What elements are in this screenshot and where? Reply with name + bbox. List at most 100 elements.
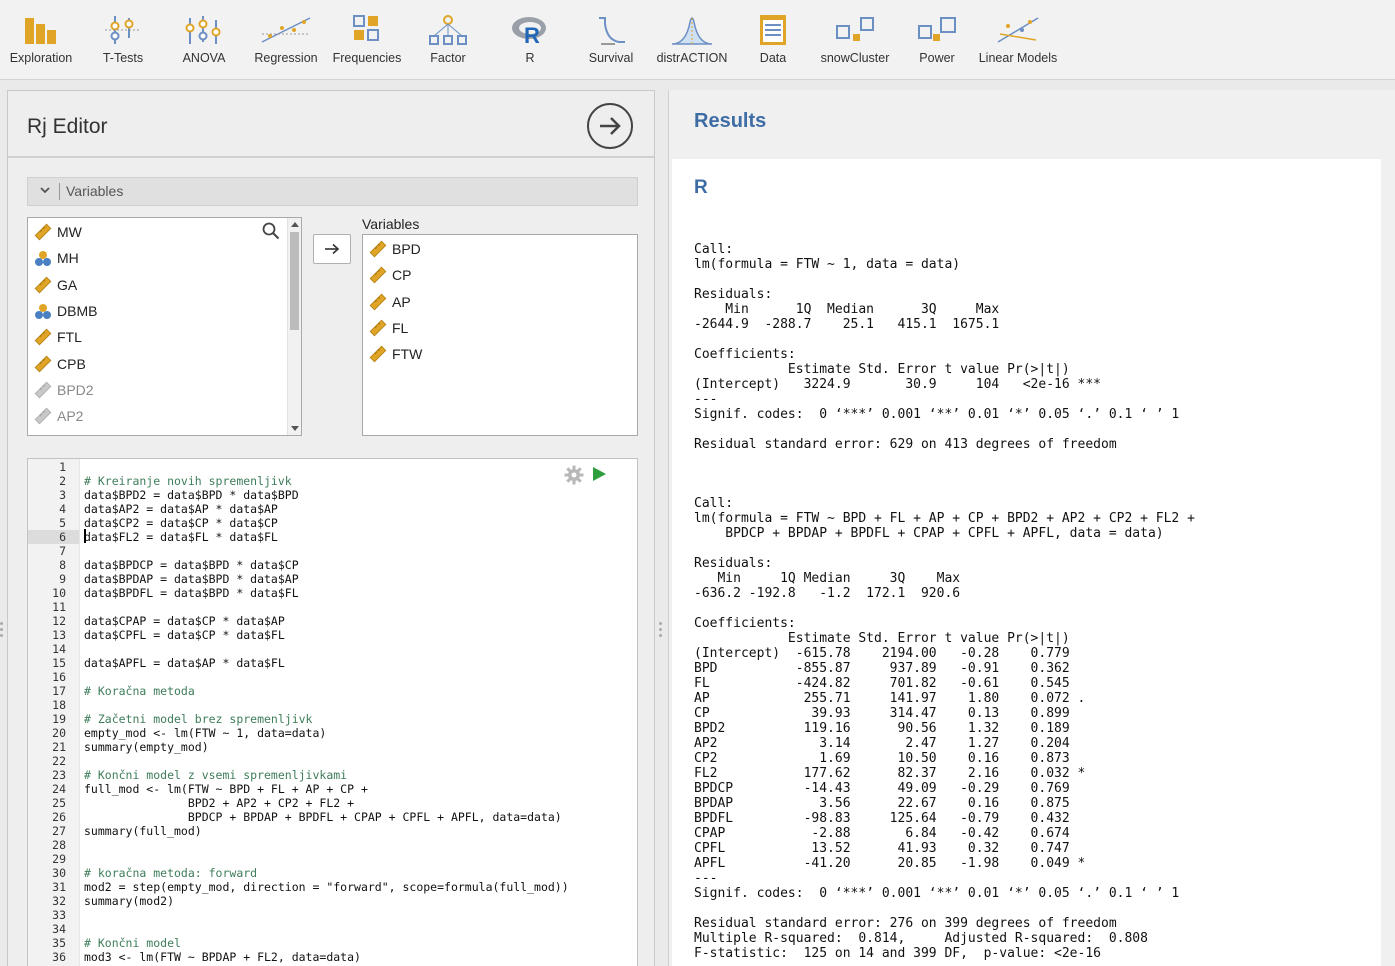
toolbar-frequencies[interactable]: Frequencies (329, 0, 405, 80)
scroll-down-arrow[interactable] (291, 426, 299, 431)
continuous-variable-icon (369, 240, 387, 258)
selected-variables-list[interactable]: BPD CP AP FL FTW (362, 234, 638, 436)
line-number: 25 (52, 796, 66, 810)
line-number-gutter: 1 2 3 4 5 6 7 8 9 10 11 12 13 14 15 16 17 18 19 20 21 22 23 24 2… (28, 459, 80, 966)
code-line[interactable]: data$CP2 = data$CP * data$CP (84, 516, 278, 530)
selected-variable-item[interactable]: AP (369, 291, 411, 313)
code-line[interactable]: empty_mod <- lm(FTW ~ 1, data=data) (84, 726, 326, 740)
run-code-icon[interactable] (593, 467, 606, 481)
code-line[interactable]: data$APFL = data$AP * data$FL (84, 656, 285, 670)
toolbar-label: Linear Models (978, 51, 1058, 65)
scroll-thumb[interactable] (290, 232, 299, 330)
code-line[interactable]: mod3 <- lm(FTW ~ BPDAP + FL2, data=data) (84, 950, 361, 964)
code-line[interactable]: data$BPDFL = data$BPD * data$FL (84, 586, 299, 600)
list-scrollbar[interactable] (287, 218, 301, 435)
variable-item[interactable]: MH (34, 247, 79, 269)
code-line[interactable]: # Končni model (84, 936, 181, 950)
run-arrow-button[interactable] (587, 103, 633, 149)
variable-name: DBMB (57, 302, 98, 319)
selected-variable-item[interactable]: FL (369, 317, 408, 339)
nominal-variable-icon (35, 251, 51, 267)
code-line[interactable]: # Koračna metoda (84, 684, 195, 698)
continuous-variable-icon (369, 266, 387, 284)
variable-item[interactable]: FTL (34, 326, 82, 348)
snowcluster-icon (836, 17, 874, 41)
line-number: 7 (59, 544, 66, 558)
code-line[interactable]: data$CPFL = data$CP * data$FL (84, 628, 285, 642)
variable-name: FTL (57, 329, 82, 346)
code-line[interactable]: data$BPDCP = data$BPD * data$CP (84, 558, 299, 572)
variable-name: CP (392, 267, 412, 284)
code-line[interactable]: data$FL2 = data$FL * data$FL (84, 530, 278, 544)
code-line[interactable]: # Začetni model brez spremenljivk (84, 712, 312, 726)
r-output-heading: R (694, 177, 708, 198)
code-line[interactable]: BPD2 + AP2 + CP2 + FL2 + (84, 796, 354, 810)
variables-collapse-header[interactable]: Variables (27, 177, 638, 206)
scroll-up-arrow[interactable] (291, 222, 299, 227)
variable-item[interactable]: DBMB (34, 300, 97, 322)
selected-variable-item[interactable]: CP (369, 264, 411, 286)
variable-name: CPB (57, 355, 86, 372)
toolbar-distraction[interactable]: distrACTION (654, 0, 730, 80)
toolbar-ttests[interactable]: T-Tests (86, 0, 160, 80)
code-line[interactable]: summary(mod2) (84, 894, 174, 908)
toolbar-linear-models[interactable]: Linear Models (974, 0, 1062, 80)
code-line[interactable]: BPDCP + BPDAP + BPDFL + CPAP + CPFL + AP… (84, 810, 562, 824)
continuous-variable-icon (34, 276, 52, 293)
code-line[interactable]: data$BPD2 = data$BPD * data$BPD (84, 488, 299, 502)
svg-text:R: R (524, 23, 540, 46)
code-editor[interactable]: 1 2 3 4 5 6 7 8 9 10 11 12 13 14 15 16 17 18 19 20 21 22 23 24 2… (27, 458, 638, 966)
variable-item[interactable]: CPB (34, 353, 86, 375)
available-variables-list[interactable]: MW MH GA DBMB FTL CPB BPD2 AP2 (27, 217, 302, 436)
code-line[interactable]: full_mod <- lm(FTW ~ BPD + FL + AP + CP … (84, 782, 368, 796)
line-number: 11 (52, 600, 66, 614)
variable-name: BPD2 (57, 381, 94, 398)
toolbar-r[interactable]: R R (493, 0, 567, 80)
pane-splitter-handle[interactable] (659, 622, 663, 640)
toolbar-survival[interactable]: Survival (574, 0, 648, 80)
toolbar-power[interactable]: Power (900, 0, 974, 80)
text-caret (84, 529, 86, 543)
selected-variable-item[interactable]: BPD (369, 238, 421, 260)
line-number: 13 (52, 628, 66, 642)
toolbar-label: distrACTION (656, 51, 728, 65)
variable-name: AP2 (57, 408, 84, 425)
move-variable-button[interactable] (313, 234, 351, 264)
code-line[interactable]: data$CPAP = data$CP * data$AP (84, 614, 285, 628)
toolbar-label: T-Tests (102, 51, 144, 65)
selected-variable-item[interactable]: FTW (369, 343, 422, 365)
left-edge-handle[interactable] (0, 622, 3, 640)
toolbar-snowcluster[interactable]: snowCluster (815, 0, 895, 80)
code-line[interactable]: # koračna metoda: forward (84, 866, 257, 880)
results-title: Results (694, 110, 767, 132)
toolbar-exploration[interactable]: Exploration (4, 0, 78, 80)
variable-item[interactable]: BPD2 (34, 379, 94, 401)
results-content: R Call: lm(formula = FTW ~ 1, data = dat… (672, 159, 1381, 966)
search-icon[interactable] (262, 222, 280, 240)
toolbar-anova[interactable]: ANOVA (167, 0, 241, 80)
line-number: 20 (52, 726, 66, 740)
toolbar-data[interactable]: Data (736, 0, 810, 80)
toolbar-regression[interactable]: Regression (248, 0, 324, 80)
line-number: 1 (59, 460, 66, 474)
code-line[interactable]: summary(full_mod) (84, 824, 202, 838)
code-line[interactable]: data$AP2 = data$AP * data$AP (84, 502, 278, 516)
r-output-block: Call: lm(formula = FTW ~ BPD + FL + AP +… (694, 496, 1195, 961)
results-panel: Results R Call: lm(formula = FTW ~ 1, da… (668, 90, 1395, 966)
variable-item[interactable]: MW (34, 221, 82, 243)
line-number: 16 (52, 670, 66, 684)
variable-item[interactable]: AP2 (34, 405, 83, 427)
code-line[interactable]: mod2 = step(empty_mod, direction = "forw… (84, 880, 569, 894)
code-line[interactable]: summary(empty_mod) (84, 740, 209, 754)
code-line[interactable]: # Končni model z vsemi spremenljivkami (84, 768, 347, 782)
linear-models-icon (997, 17, 1039, 43)
code-line[interactable]: data$BPDAP = data$BPD * data$AP (84, 572, 299, 586)
code-line[interactable]: # Kreiranje novih spremenljivk (84, 474, 292, 488)
frequencies-icon (353, 15, 379, 41)
analysis-toolbar: Exploration T-Tests ANOVA Regression Fre… (0, 0, 1395, 80)
variable-item[interactable]: GA (34, 274, 77, 296)
line-number: 18 (52, 698, 66, 712)
toolbar-factor[interactable]: Factor (411, 0, 485, 80)
gear-icon[interactable] (564, 465, 584, 485)
line-number: 22 (52, 754, 66, 768)
